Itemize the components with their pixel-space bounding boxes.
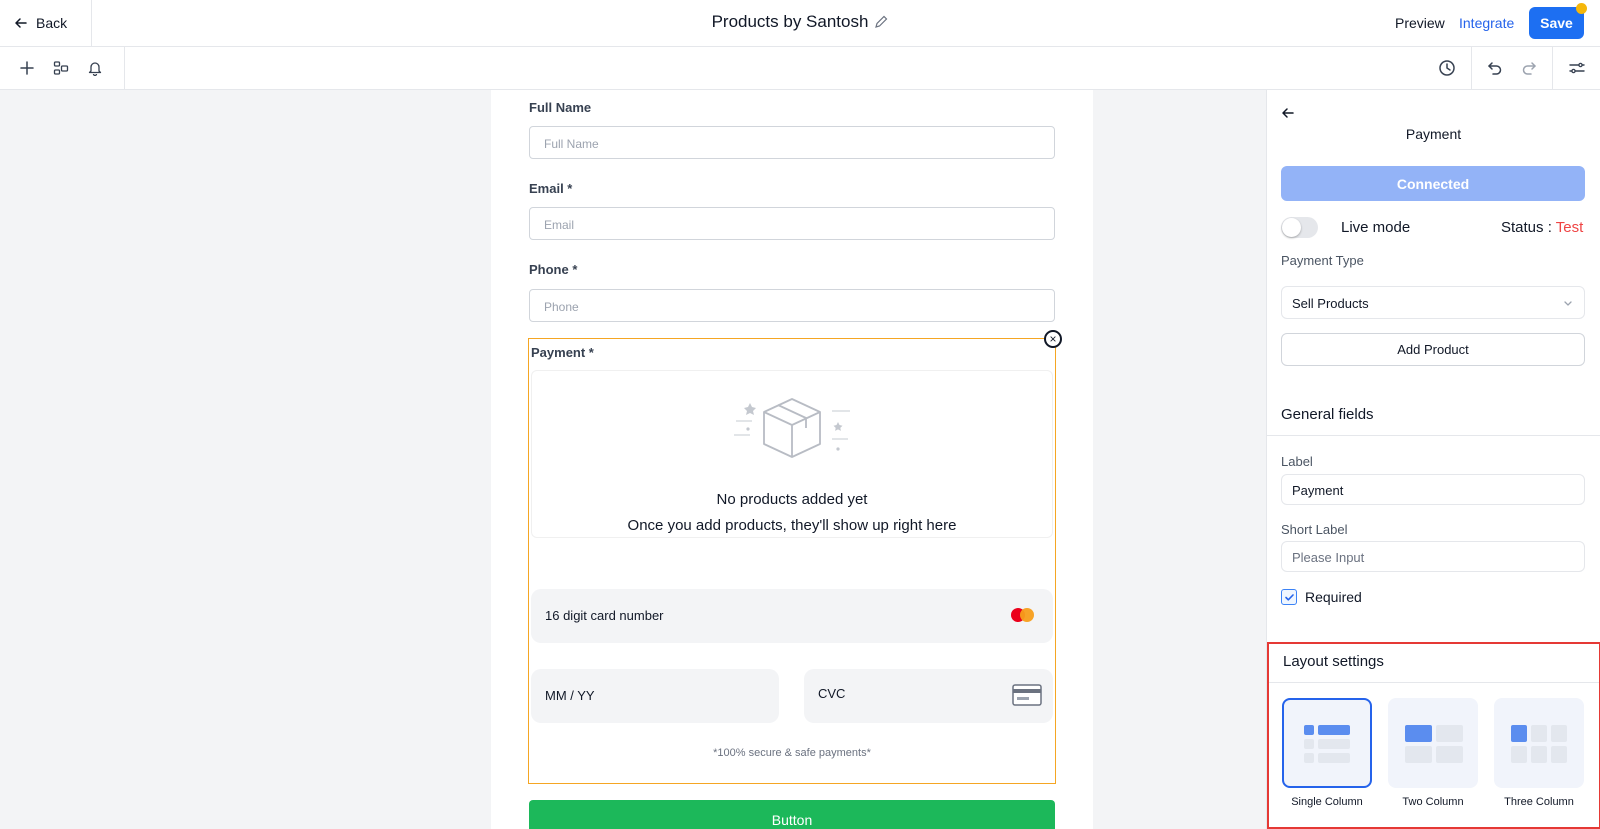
- expiry-placeholder: MM / YY: [545, 688, 595, 703]
- panel-title: Payment: [1405, 126, 1462, 142]
- payment-type-value: Sell Products: [1292, 296, 1369, 311]
- chevron-down-icon: [1564, 301, 1572, 306]
- label-input[interactable]: Payment: [1281, 474, 1585, 505]
- back-button[interactable]: Back: [14, 13, 67, 33]
- panel-back-icon[interactable]: [1281, 106, 1295, 120]
- history-icon[interactable]: [1436, 57, 1458, 79]
- layers-icon[interactable]: [50, 57, 72, 79]
- arrow-left-icon: [15, 18, 27, 28]
- toolbar-divider: [124, 47, 125, 90]
- undo-icon[interactable]: [1484, 57, 1506, 79]
- layout-two-column[interactable]: [1388, 698, 1478, 788]
- notification-dot: [1576, 3, 1587, 14]
- connected-button[interactable]: Connected: [1281, 166, 1585, 201]
- cvc-placeholder: CVC: [818, 686, 846, 701]
- divider: [91, 0, 92, 47]
- toggle-knob: [1282, 218, 1301, 237]
- divider: [1269, 682, 1599, 683]
- layout-option-label: Single Column: [1291, 796, 1363, 808]
- label-field-label: Label: [1281, 454, 1313, 469]
- add-product-button[interactable]: Add Product: [1281, 333, 1585, 366]
- payment-field-block[interactable]: Payment * No products added yet Once you…: [528, 338, 1056, 784]
- sliders-icon[interactable]: [1566, 57, 1588, 79]
- layout-option-label: Two Column: [1402, 796, 1464, 808]
- page-title[interactable]: Products by Santosh: [712, 12, 869, 31]
- live-mode-toggle[interactable]: [1281, 217, 1318, 238]
- integrate-button[interactable]: Integrate: [1459, 15, 1514, 31]
- layout-option-label: Three Column: [1504, 796, 1574, 808]
- single-column-icon: [1304, 725, 1350, 763]
- bell-icon[interactable]: [84, 57, 106, 79]
- status-indicator: Status : Test: [1501, 219, 1583, 236]
- payment-type-select[interactable]: Sell Products: [1281, 286, 1585, 319]
- layout-single-column[interactable]: [1282, 698, 1372, 788]
- pencil-icon[interactable]: [874, 15, 888, 29]
- three-column-icon: [1511, 725, 1567, 763]
- required-checkbox[interactable]: Required: [1281, 589, 1362, 605]
- phone-label: Phone *: [529, 262, 578, 277]
- email-label: Email *: [529, 181, 573, 196]
- back-label: Back: [36, 15, 68, 31]
- required-label: Required: [1305, 589, 1362, 605]
- layout-settings-heading: Layout settings: [1283, 653, 1384, 670]
- live-mode-label: Live mode: [1341, 219, 1411, 236]
- toolbar-divider: [1552, 47, 1553, 90]
- empty-box-icon: [734, 398, 850, 458]
- redo-icon[interactable]: [1518, 57, 1540, 79]
- checkbox-checked-icon: [1281, 589, 1297, 605]
- plus-icon[interactable]: [16, 57, 38, 79]
- expiry-input[interactable]: MM / YY: [531, 669, 779, 723]
- full-name-label: Full Name: [529, 100, 592, 115]
- save-button[interactable]: Save: [1529, 7, 1584, 39]
- toolbar: [0, 47, 1600, 90]
- credit-card-icon: [1012, 684, 1042, 706]
- payment-label: Payment *: [531, 345, 594, 360]
- general-fields-heading: General fields: [1281, 406, 1374, 423]
- preview-button[interactable]: Preview: [1395, 15, 1445, 31]
- divider: [1267, 435, 1600, 436]
- payment-type-label: Payment Type: [1281, 253, 1364, 268]
- full-name-input[interactable]: Full Name: [529, 126, 1055, 159]
- cvc-input[interactable]: CVC: [804, 669, 1053, 723]
- mastercard-icon: [1011, 608, 1035, 622]
- card-number-placeholder: 16 digit card number: [545, 608, 664, 623]
- submit-button[interactable]: Button: [529, 800, 1055, 829]
- card-number-input[interactable]: 16 digit card number: [531, 589, 1053, 643]
- empty-state-subtitle: Once you add products, they'll show up r…: [627, 517, 957, 534]
- status-value: Test: [1555, 219, 1584, 236]
- secure-payment-note: *100% secure & safe payments*: [713, 747, 871, 759]
- settings-panel: Payment Connected Live mode Status : Tes…: [1266, 90, 1600, 829]
- title-wrap: Products by Santosh: [0, 12, 1600, 32]
- top-bar: Back Products by Santosh Preview Integra…: [0, 0, 1600, 47]
- email-input[interactable]: Email: [529, 207, 1055, 240]
- two-column-icon: [1405, 725, 1463, 763]
- form-card: Full Name Full Name Email * Email Phone …: [491, 90, 1093, 829]
- remove-field-icon[interactable]: ×: [1044, 330, 1062, 348]
- phone-input[interactable]: Phone: [529, 289, 1055, 322]
- products-empty-state: No products added yet Once you add produ…: [531, 370, 1053, 538]
- form-canvas: Full Name Full Name Email * Email Phone …: [0, 90, 1266, 829]
- short-label-field-label: Short Label: [1281, 522, 1348, 537]
- short-label-input[interactable]: Please Input: [1281, 541, 1585, 572]
- layout-settings-section: Layout settings Single Column Two Column…: [1267, 642, 1600, 829]
- toolbar-divider: [1471, 47, 1472, 90]
- layout-three-column[interactable]: [1494, 698, 1584, 788]
- status-prefix: Status :: [1501, 219, 1556, 236]
- empty-state-title: No products added yet: [716, 491, 868, 508]
